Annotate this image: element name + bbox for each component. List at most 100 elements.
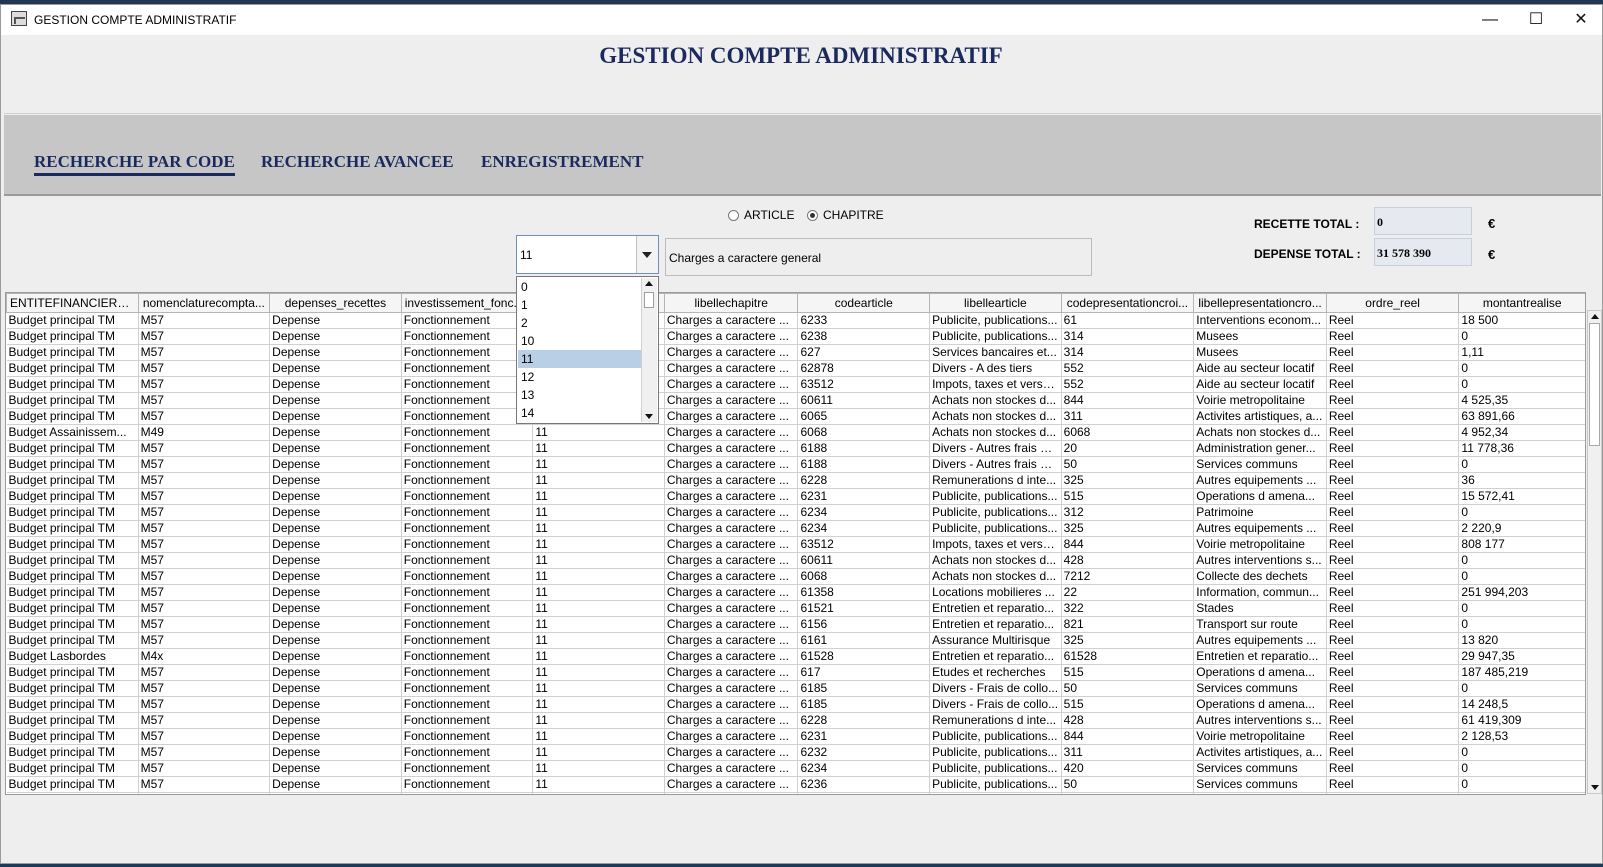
dropdown-scrollbar[interactable] xyxy=(641,278,657,422)
table-cell: M57 xyxy=(138,312,271,329)
table-cell: Charges a caractere ... xyxy=(664,568,799,585)
column-header[interactable]: ENTITEFINANCIERE... xyxy=(6,293,139,313)
table-cell: Etudes et recherches xyxy=(929,664,1062,681)
tab-recherche-avancee[interactable]: RECHERCHE AVANCEE xyxy=(261,152,454,172)
table-row[interactable]: Budget Lasbordes M4x Depense Fonctionnement… xyxy=(6,648,1585,665)
table-cell: Achats non stockes d... xyxy=(929,424,1062,441)
table-cell: Reel xyxy=(1326,680,1460,697)
table-row[interactable]: Budget Assainissem... M49 Depense Fonctionn… xyxy=(6,424,1585,441)
table-cell: 627 xyxy=(797,344,931,361)
table-row[interactable]: Budget principal TMM57DepenseFonctionnem… xyxy=(6,536,1585,553)
table-row[interactable]: Budget principal TMM57DepenseFonctionnem… xyxy=(6,344,1585,361)
table-cell: Charges a caractere ... xyxy=(664,616,799,633)
table-row[interactable]: Budget principal TMM57DepenseFonctionnem… xyxy=(6,600,1585,617)
minimize-button[interactable]: — xyxy=(1467,5,1513,35)
table-cell: Depense xyxy=(269,392,402,409)
table-cell: Voirie metropolitaine xyxy=(1193,536,1327,553)
table-scrollbar[interactable] xyxy=(1587,310,1602,794)
column-header[interactable]: codearticle xyxy=(797,293,931,313)
table-row[interactable]: Budget principal TMM57DepenseFonctionnem… xyxy=(6,632,1585,649)
column-header[interactable]: investissement_fonc... xyxy=(400,293,534,313)
table-row[interactable]: Budget principal TMM57DepenseFonctionnem… xyxy=(6,568,1585,585)
column-header[interactable]: ordre_reel xyxy=(1325,293,1460,313)
table-cell: Reel xyxy=(1326,664,1460,681)
maximize-button[interactable]: ☐ xyxy=(1513,5,1559,35)
table-row[interactable]: Budget principal TMM57DepenseFonctionnem… xyxy=(6,312,1585,329)
chapitre-dropdown-list[interactable]: 0 1 2 10 11 12 13 14 xyxy=(516,276,659,424)
header-divider xyxy=(4,113,1601,114)
table-cell: Budget principal TM xyxy=(6,616,139,633)
table-row[interactable]: Budget principal TMM57DepenseFonctionnem… xyxy=(6,792,1585,794)
depense-total-field: 31 578 390 xyxy=(1374,238,1472,266)
table-cell: Depense xyxy=(269,488,402,505)
scroll-down-icon[interactable] xyxy=(1591,785,1599,790)
column-header[interactable]: libellepresentationcro... xyxy=(1193,293,1327,313)
table-row[interactable]: Budget principal TMM57DepenseFonctionnem… xyxy=(6,328,1585,345)
table-cell: 11 xyxy=(532,600,665,617)
column-header[interactable]: depenses_recettes xyxy=(269,293,402,313)
table-row[interactable]: Budget principal TMM57DepenseFonctionnem… xyxy=(6,552,1585,569)
table-row[interactable]: Budget principal TMM57DepenseFonctionnem… xyxy=(6,360,1585,377)
table-row[interactable]: Budget principal TMM57DepenseFonctionnem… xyxy=(6,392,1585,409)
table-row[interactable]: Budget principal TMM57DepenseFonctionnem… xyxy=(6,696,1585,713)
table-row[interactable]: Budget principal TMM57DepenseFonctionnem… xyxy=(6,680,1585,697)
column-header[interactable]: libellearticle xyxy=(929,293,1062,313)
scroll-thumb[interactable] xyxy=(1589,323,1600,446)
radio-chapitre-indicator[interactable] xyxy=(807,209,818,221)
table-row[interactable]: Budget principal TMM57DepenseFonctionnem… xyxy=(6,712,1585,729)
scroll-up-icon[interactable] xyxy=(1591,314,1599,319)
radio-chapitre[interactable]: CHAPITRE xyxy=(807,208,884,222)
table-cell: Transport sur route xyxy=(1193,616,1327,633)
table-row[interactable]: Budget principal TMM57DepenseFonctionnem… xyxy=(6,584,1585,601)
column-header[interactable]: nomenclaturecompta... xyxy=(137,293,271,313)
column-header[interactable]: montantrealise xyxy=(1458,293,1585,313)
table-row[interactable]: Budget principal TMM57DepenseFonctionnem… xyxy=(6,520,1585,537)
tab-enregistrement[interactable]: ENREGISTREMENT xyxy=(481,152,643,172)
dropdown-option[interactable]: 14 xyxy=(518,404,642,422)
scroll-thumb[interactable] xyxy=(644,292,654,308)
table-row[interactable]: Budget principal TMM57DepenseFonctionnem… xyxy=(6,504,1585,521)
column-header[interactable]: libellechapitre xyxy=(663,293,799,313)
table-cell: Charges a caractere ... xyxy=(664,456,799,473)
dropdown-option[interactable]: 1 xyxy=(518,296,642,314)
close-button[interactable]: ✕ xyxy=(1558,5,1603,35)
table-row[interactable]: Budget principal TMM57DepenseFonctionnem… xyxy=(6,776,1585,793)
table-cell: Fonctionnement xyxy=(401,392,534,409)
table-row[interactable]: Budget principal TMM57DepenseFonctionnem… xyxy=(6,728,1585,745)
tab-recherche-par-code[interactable]: RECHERCHE PAR CODE xyxy=(34,152,235,176)
table-cell: M57 xyxy=(138,376,271,393)
dropdown-option[interactable]: 13 xyxy=(518,386,642,404)
table-cell: Charges a caractere ... xyxy=(664,392,799,409)
radio-article-indicator[interactable] xyxy=(728,209,739,221)
table-row[interactable]: Budget principal TMM57DepenseFonctionnem… xyxy=(6,488,1585,505)
dropdown-option[interactable]: 12 xyxy=(518,368,642,386)
table-cell: Autres equipements ... xyxy=(1193,520,1327,537)
table-row[interactable]: Budget principal TMM57DepenseFonctionnem… xyxy=(6,440,1585,457)
scroll-down-icon[interactable] xyxy=(645,414,653,419)
radio-article[interactable]: ARTICLE xyxy=(728,208,794,222)
table-row[interactable]: Budget principal TMM57DepenseFonctionnem… xyxy=(6,456,1585,473)
dropdown-option[interactable]: 0 xyxy=(518,278,642,296)
dropdown-option[interactable]: 11 xyxy=(518,350,642,368)
table-cell: 60611 xyxy=(797,552,931,569)
table-cell: 6185 xyxy=(797,680,931,697)
table-row[interactable]: Budget principal TMM57DepenseFonctionnem… xyxy=(6,616,1585,633)
table-row[interactable]: Budget principal TMM57DepenseFonctionnem… xyxy=(6,472,1585,489)
scroll-up-icon[interactable] xyxy=(645,281,653,286)
table-row[interactable]: Budget principal TMM57DepenseFonctionnem… xyxy=(6,760,1585,777)
table-cell: 515 xyxy=(1061,696,1195,713)
table-row[interactable]: Budget principal TMM57DepenseFonctionnem… xyxy=(6,376,1585,393)
table-cell: M57 xyxy=(138,456,271,473)
table-cell: 617 xyxy=(797,664,931,681)
dropdown-option[interactable]: 2 xyxy=(518,314,642,332)
table-cell: Depense xyxy=(269,584,402,601)
table-cell: 50 xyxy=(1061,776,1195,793)
table-row[interactable]: Budget principal TMM57DepenseFonctionnem… xyxy=(6,408,1585,425)
dropdown-option[interactable]: 10 xyxy=(518,332,642,350)
table-row[interactable]: Budget principal TMM57DepenseFonctionnem… xyxy=(6,664,1585,681)
table-cell: Locations mobilieres ... xyxy=(929,584,1062,601)
table-row[interactable]: Budget principal TMM57DepenseFonctionnem… xyxy=(6,744,1585,761)
chevron-down-icon[interactable] xyxy=(636,236,658,273)
chapitre-combobox[interactable]: 11 xyxy=(516,235,659,274)
column-header[interactable]: codepresentationcroi... xyxy=(1060,293,1195,313)
